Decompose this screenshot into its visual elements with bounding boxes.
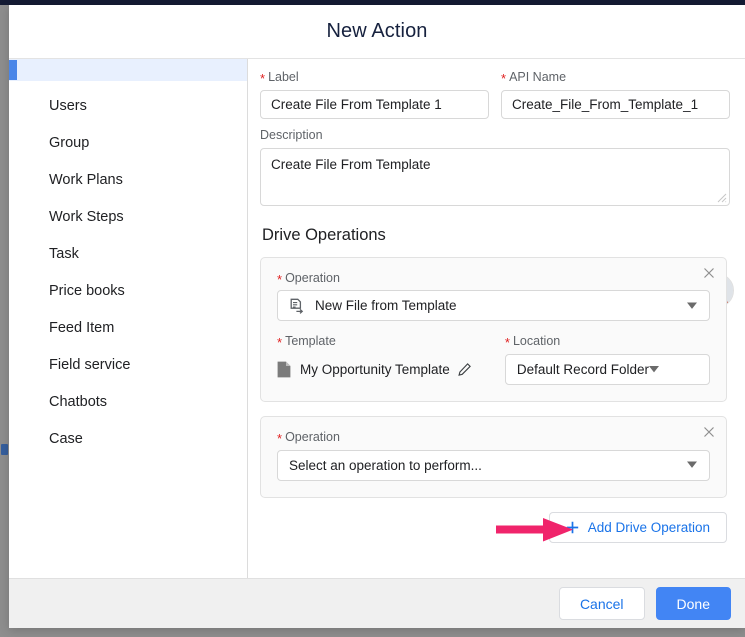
sidebar-item-selected[interactable] <box>9 59 247 81</box>
template-value: My Opportunity Template <box>300 362 450 377</box>
close-icon[interactable] <box>701 424 717 440</box>
required-asterisk: * <box>277 273 282 286</box>
sidebar-item-case[interactable]: Case <box>9 420 247 457</box>
sidebar-item-label: Task <box>49 246 79 262</box>
name-fields-row: * Label Create File From Template 1 * AP… <box>260 71 735 119</box>
sidebar-item-label: Users <box>49 98 87 114</box>
required-asterisk: * <box>260 72 265 85</box>
label-field-group: * Label Create File From Template 1 <box>260 71 489 119</box>
template-field-label: * Template <box>277 335 489 349</box>
background-bottom-strip <box>0 628 745 637</box>
page-title: New Action <box>326 20 427 43</box>
sidebar-item-task[interactable]: Task <box>9 235 247 272</box>
sidebar-item-label: Field service <box>49 357 130 373</box>
operation-value: New File from Template <box>315 298 457 313</box>
sidebar-item-work-steps[interactable]: Work Steps <box>9 198 247 235</box>
sidebar-item-work-plans[interactable]: Work Plans <box>9 161 247 198</box>
add-operation-row: Add Drive Operation <box>260 512 727 543</box>
field-label-text: Operation <box>285 272 340 286</box>
operation-field-label: * Operation <box>277 272 710 286</box>
modal-header: New Action <box>9 5 745 58</box>
location-select[interactable]: Default Record Folder <box>505 354 710 385</box>
description-field-group: Description Create File From Template <box>260 129 730 206</box>
sidebar-item-price-books[interactable]: Price books <box>9 272 247 309</box>
location-field-group: * Location Default Record Folder <box>505 335 710 385</box>
new-action-modal: New Action Users Group Work Plans <box>9 5 745 628</box>
main-panel: * Label Create File From Template 1 * AP… <box>248 59 745 578</box>
field-label-text: Description <box>260 129 323 143</box>
location-value: Default Record Folder <box>517 362 649 377</box>
done-button[interactable]: Done <box>656 587 731 620</box>
drive-operations-heading: Drive Operations <box>262 226 735 245</box>
sidebar-item-label: Work Plans <box>49 172 123 188</box>
label-field-label: * Label <box>260 71 489 85</box>
drive-operation-card: * Operation New File from Template <box>260 257 727 403</box>
field-label-text: API Name <box>509 71 566 85</box>
sidebar-item-label: Work Steps <box>49 209 124 225</box>
modal-body: Users Group Work Plans Work Steps Task <box>9 58 745 578</box>
template-location-row: * Template My Opportunity Template <box>277 335 710 385</box>
modal-footer: Cancel Done <box>9 578 745 628</box>
description-value: Create File From Template <box>271 157 431 172</box>
sidebar-item-feed-item[interactable]: Feed Item <box>9 309 247 346</box>
sidebar-item-label: Case <box>49 431 83 447</box>
sidebar-item-group[interactable]: Group <box>9 124 247 161</box>
drive-operation-card: * Operation Select an operation to perfo… <box>260 416 727 498</box>
background-icon <box>1 444 8 455</box>
field-label-text: Location <box>513 335 560 349</box>
description-field-label: Description <box>260 129 730 143</box>
sidebar-item-users[interactable]: Users <box>9 87 247 124</box>
add-drive-operation-label: Add Drive Operation <box>588 520 710 535</box>
add-drive-operation-button[interactable]: Add Drive Operation <box>549 512 727 543</box>
file-export-icon <box>289 298 305 314</box>
required-asterisk: * <box>501 72 506 85</box>
sidebar-item-label: Chatbots <box>49 394 107 410</box>
chevron-down-icon[interactable] <box>649 366 659 373</box>
arrow-right-annotation-icon <box>496 517 574 543</box>
object-sidebar: Users Group Work Plans Work Steps Task <box>9 59 248 578</box>
sidebar-item-label: Group <box>49 135 89 151</box>
background-left-strip <box>0 5 9 637</box>
operation-value: Select an operation to perform... <box>289 458 482 473</box>
required-asterisk: * <box>277 336 282 349</box>
document-icon <box>277 361 291 378</box>
api-name-input[interactable]: Create_File_From_Template_1 <box>501 90 730 119</box>
field-label-text: Label <box>268 71 299 85</box>
required-asterisk: * <box>277 432 282 445</box>
field-label-text: Operation <box>285 431 340 445</box>
template-value-row: My Opportunity Template <box>277 354 489 385</box>
field-label-text: Template <box>285 335 336 349</box>
api-name-field-group: * API Name Create_File_From_Template_1 <box>501 71 730 119</box>
sidebar-list: Users Group Work Plans Work Steps Task <box>9 81 247 457</box>
operation-select[interactable]: Select an operation to perform... <box>277 450 710 481</box>
sidebar-item-label: Price books <box>49 283 125 299</box>
operation-select[interactable]: New File from Template <box>277 290 710 321</box>
pencil-icon[interactable] <box>458 363 471 376</box>
template-field-group: * Template My Opportunity Template <box>277 335 489 385</box>
label-input[interactable]: Create File From Template 1 <box>260 90 489 119</box>
sidebar-item-label: Feed Item <box>49 320 114 336</box>
resize-handle-icon[interactable] <box>717 193 727 203</box>
api-name-field-label: * API Name <box>501 71 730 85</box>
location-field-label: * Location <box>505 335 710 349</box>
cancel-button[interactable]: Cancel <box>559 587 645 620</box>
close-icon[interactable] <box>701 265 717 281</box>
screenshot-root: New Action Users Group Work Plans <box>0 0 745 637</box>
chevron-down-icon[interactable] <box>687 462 697 469</box>
sidebar-item-field-service[interactable]: Field service <box>9 346 247 383</box>
description-textarea[interactable]: Create File From Template <box>260 148 730 206</box>
required-asterisk: * <box>505 336 510 349</box>
sidebar-item-chatbots[interactable]: Chatbots <box>9 383 247 420</box>
operation-field-label: * Operation <box>277 431 710 445</box>
chevron-down-icon[interactable] <box>687 302 697 309</box>
